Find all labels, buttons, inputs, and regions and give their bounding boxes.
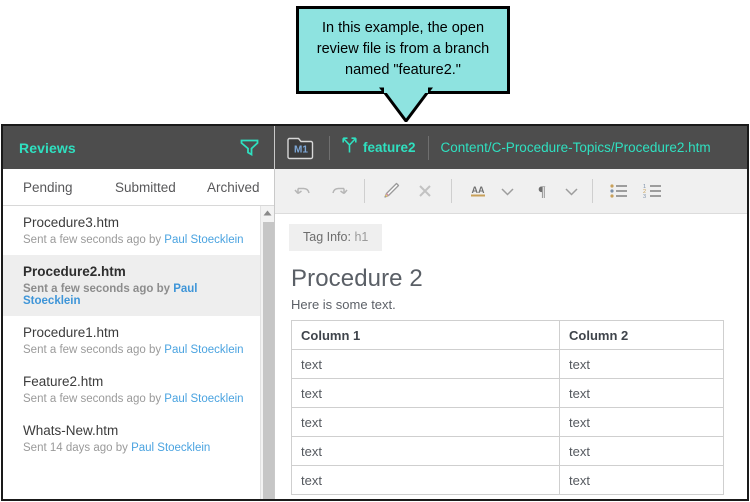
breadcrumb[interactable]: Content/C-Procedure-Topics/Procedure2.ht… bbox=[441, 140, 711, 155]
branch-name: feature2 bbox=[363, 140, 416, 155]
table-cell: text bbox=[559, 349, 724, 379]
table-cell: text bbox=[559, 465, 724, 495]
paragraph-icon[interactable]: ¶ bbox=[525, 176, 559, 206]
svg-text:M1: M1 bbox=[294, 144, 308, 155]
table-row: text text bbox=[291, 436, 724, 466]
paragraph-dropdown-icon[interactable] bbox=[559, 176, 583, 206]
review-list: Procedure3.htm Sent a few seconds ago by… bbox=[3, 206, 274, 499]
table-cell: text bbox=[291, 465, 560, 495]
review-file-name: Whats-New.htm bbox=[23, 423, 119, 438]
table-row: text text bbox=[291, 378, 724, 408]
table-cell: text bbox=[559, 436, 724, 466]
font-dropdown-icon[interactable] bbox=[495, 176, 519, 206]
branch-icon bbox=[342, 136, 357, 159]
content-table: Column 1 Column 2 text text text text te… bbox=[291, 320, 724, 495]
review-file-name: Procedure2.htm bbox=[23, 264, 126, 279]
review-meta-text: Sent a few seconds ago by bbox=[23, 344, 165, 356]
table-row: text text bbox=[291, 349, 724, 379]
editor-panel: M1 feature2 Content/C-Procedure-Topics/P… bbox=[275, 126, 747, 499]
table-header-cell: Column 1 bbox=[291, 320, 560, 350]
table-header-cell: Column 2 bbox=[559, 320, 724, 350]
review-meta: Sent 14 days ago by Paul Stoecklein bbox=[23, 442, 248, 454]
review-file-name: Feature2.htm bbox=[23, 374, 104, 389]
table-header-row: Column 1 Column 2 bbox=[291, 320, 724, 350]
list-item[interactable]: Procedure2.htm Sent a few seconds ago by… bbox=[3, 255, 260, 316]
list-item[interactable]: Procedure3.htm Sent a few seconds ago by… bbox=[3, 206, 260, 255]
review-meta: Sent a few seconds ago by Paul Stoecklei… bbox=[23, 283, 248, 307]
numbered-list-icon[interactable]: 1 2 3 bbox=[636, 176, 670, 206]
review-meta: Sent a few seconds ago by Paul Stoecklei… bbox=[23, 393, 248, 405]
table-row: text text bbox=[291, 465, 724, 495]
delete-icon[interactable] bbox=[408, 176, 442, 206]
review-meta-text: Sent 14 days ago by bbox=[23, 442, 132, 454]
review-meta-text: Sent a few seconds ago by bbox=[23, 393, 165, 405]
scrollbar-thumb[interactable] bbox=[263, 222, 274, 499]
table-cell: text bbox=[291, 378, 560, 408]
tag-info-label: Tag Info: bbox=[303, 230, 351, 244]
review-meta-text: Sent a few seconds ago by bbox=[23, 283, 174, 295]
undo-icon[interactable] bbox=[287, 176, 321, 206]
scroll-up-arrow-icon[interactable] bbox=[261, 206, 274, 220]
review-author[interactable]: Paul Stoecklein bbox=[164, 393, 243, 405]
document-title: Procedure 2 bbox=[291, 265, 423, 292]
tag-info-value: h1 bbox=[354, 230, 369, 244]
application-window: Reviews Pending Submitted Archived Proce… bbox=[1, 124, 749, 501]
review-meta: Sent a few seconds ago by Paul Stoecklei… bbox=[23, 234, 248, 246]
list-item[interactable]: Whats-New.htm Sent 14 days ago by Paul S… bbox=[3, 414, 260, 463]
reviews-sidebar: Reviews Pending Submitted Archived Proce… bbox=[3, 126, 275, 499]
annotate-icon[interactable] bbox=[374, 176, 408, 206]
project-folder-icon[interactable]: M1 bbox=[287, 135, 315, 161]
bulleted-list-icon[interactable] bbox=[602, 176, 636, 206]
review-list-items: Procedure3.htm Sent a few seconds ago by… bbox=[3, 206, 260, 499]
editor-content[interactable]: Tag Info: h1 Procedure 2 Here is some te… bbox=[275, 214, 747, 499]
callout-balloon: In this example, the open review file is… bbox=[296, 6, 510, 122]
review-meta: Sent a few seconds ago by Paul Stoecklei… bbox=[23, 344, 248, 356]
editor-toolbar: AA ¶ 1 2 3 bbox=[275, 169, 747, 214]
table-cell: text bbox=[291, 349, 560, 379]
table-cell: text bbox=[559, 378, 724, 408]
reviews-header: Reviews bbox=[3, 126, 274, 169]
branch-indicator[interactable]: feature2 bbox=[342, 136, 416, 159]
review-author[interactable]: Paul Stoecklein bbox=[164, 344, 243, 356]
svg-text:¶: ¶ bbox=[539, 184, 546, 200]
path-bar: M1 feature2 Content/C-Procedure-Topics/P… bbox=[275, 126, 747, 169]
svg-text:3: 3 bbox=[643, 194, 646, 199]
document-paragraph: Here is some text. bbox=[291, 297, 396, 312]
review-author[interactable]: Paul Stoecklein bbox=[164, 234, 243, 246]
table-cell: text bbox=[291, 407, 560, 437]
list-item[interactable]: Feature2.htm Sent a few seconds ago by P… bbox=[3, 365, 260, 414]
page-title: Reviews bbox=[19, 139, 76, 156]
toolbar-separator bbox=[592, 179, 593, 203]
svg-text:AA: AA bbox=[472, 185, 485, 195]
font-icon[interactable]: AA bbox=[461, 176, 495, 206]
callout-tail-icon bbox=[379, 84, 433, 122]
sidebar-scrollbar[interactable] bbox=[260, 206, 274, 499]
toolbar-separator bbox=[364, 179, 365, 203]
review-meta-text: Sent a few seconds ago by bbox=[23, 234, 165, 246]
redo-icon[interactable] bbox=[321, 176, 355, 206]
review-author[interactable]: Paul Stoecklein bbox=[131, 442, 210, 454]
active-tab-indicator bbox=[38, 199, 52, 205]
tag-info-badge: Tag Info: h1 bbox=[289, 224, 383, 251]
review-file-name: Procedure3.htm bbox=[23, 215, 120, 230]
tab-submitted[interactable]: Submitted bbox=[115, 180, 207, 195]
tab-archived[interactable]: Archived bbox=[207, 180, 260, 195]
tab-pending[interactable]: Pending bbox=[23, 180, 115, 195]
table-cell: text bbox=[291, 436, 560, 466]
filter-icon[interactable] bbox=[240, 139, 259, 156]
review-file-name: Procedure1.htm bbox=[23, 325, 120, 340]
toolbar-separator bbox=[451, 179, 452, 203]
divider bbox=[427, 135, 429, 160]
table-cell: text bbox=[559, 407, 724, 437]
list-item[interactable]: Procedure1.htm Sent a few seconds ago by… bbox=[3, 316, 260, 365]
table-row: text text bbox=[291, 407, 724, 437]
divider bbox=[329, 135, 330, 160]
